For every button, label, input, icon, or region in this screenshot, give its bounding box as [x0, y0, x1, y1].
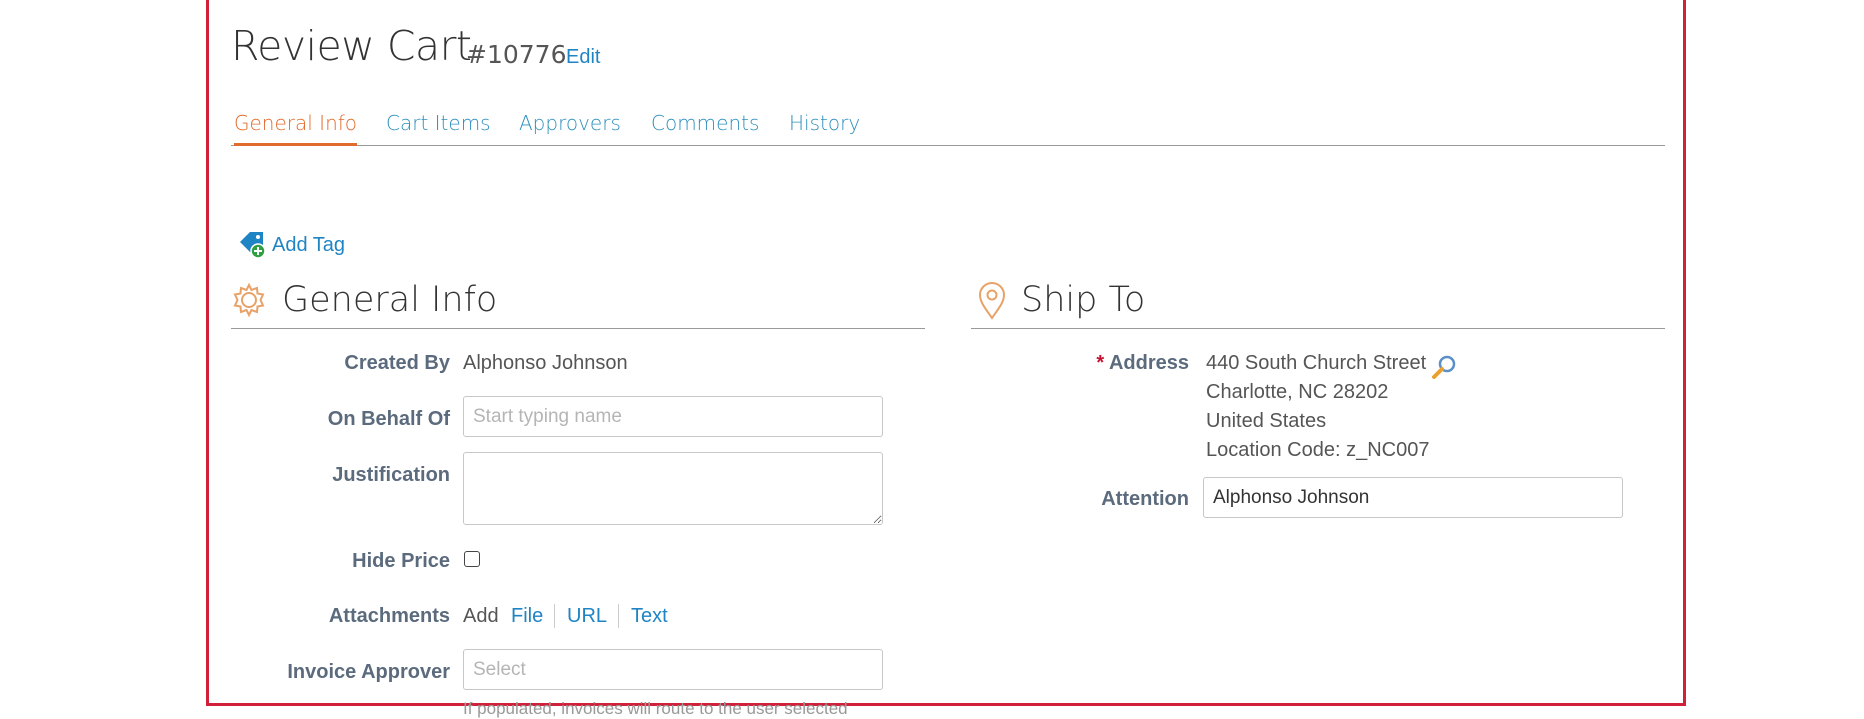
attention-input[interactable]: [1203, 477, 1623, 518]
attention-label: Attention: [1101, 488, 1189, 510]
general-info-section-header: General Info: [231, 280, 925, 329]
tab-cart-items[interactable]: Cart Items: [386, 111, 491, 143]
created-by-label: Created By: [344, 352, 450, 374]
attach-text-link[interactable]: Text: [631, 605, 668, 628]
tab-comments[interactable]: Comments: [651, 111, 759, 143]
on-behalf-of-label: On Behalf Of: [327, 408, 450, 430]
general-info-heading: General Info: [282, 280, 498, 320]
cart-number: #10776: [466, 40, 567, 69]
ship-to-heading: Ship To: [1021, 280, 1146, 320]
attachments-label: Attachments: [328, 605, 450, 627]
attach-url-link[interactable]: URL: [567, 605, 607, 628]
on-behalf-of-input[interactable]: [463, 396, 883, 437]
tab-general-info[interactable]: General Info: [234, 111, 358, 146]
hide-price-label: Hide Price: [352, 550, 450, 572]
edit-cart-name-link[interactable]: Edit: [566, 46, 600, 69]
address-label: * Address: [1096, 352, 1189, 375]
address-line-4: Location Code: z_NC007: [1206, 439, 1430, 461]
tab-approvers[interactable]: Approvers: [519, 111, 621, 143]
tab-bar: General Info Cart Items Approvers Commen…: [231, 111, 1665, 146]
invoice-approver-hint: If populated, invoices will route to the…: [463, 699, 848, 718]
gear-icon: [233, 282, 265, 318]
attachments-add-text: Add: [463, 605, 499, 627]
invoice-approver-select[interactable]: [463, 649, 883, 690]
address-line-2: Charlotte, NC 28202: [1206, 381, 1389, 403]
add-tag-label: Add Tag: [272, 234, 346, 256]
hide-price-checkbox[interactable]: [464, 551, 480, 567]
divider: [554, 604, 555, 628]
justification-label: Justification: [332, 464, 450, 486]
address-label-text: Address: [1108, 352, 1189, 374]
created-by-value: Alphonso Johnson: [463, 352, 628, 374]
location-pin-icon: [978, 282, 1006, 320]
ship-to-section-header: Ship To: [971, 280, 1665, 329]
search-icon[interactable]: [1430, 354, 1458, 382]
justification-textarea[interactable]: [463, 452, 883, 525]
tag-add-icon: [240, 232, 266, 259]
divider: [618, 604, 619, 628]
address-line-3: United States: [1206, 410, 1327, 432]
required-marker: *: [1096, 352, 1105, 374]
page-title: Review Cart: [231, 22, 472, 70]
tab-history[interactable]: History: [789, 111, 860, 143]
attach-file-link[interactable]: File: [511, 605, 543, 628]
address-line-1: 440 South Church Street: [1206, 352, 1427, 374]
invoice-approver-label: Invoice Approver: [287, 661, 450, 683]
